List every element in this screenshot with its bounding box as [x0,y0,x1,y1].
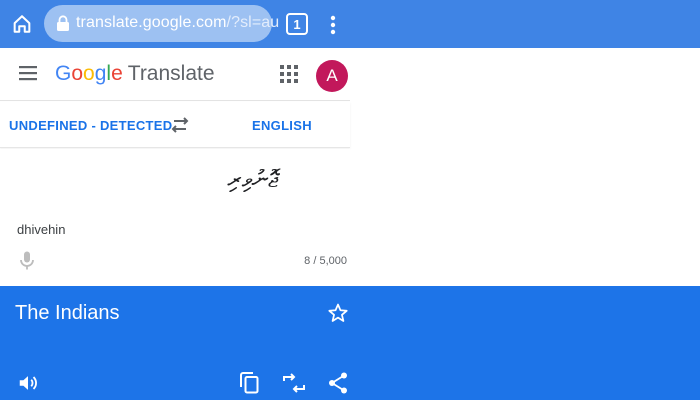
logo-letter: e [111,62,123,85]
more-vert-icon[interactable] [325,14,341,36]
detected-language-label: dhivehin [17,222,66,237]
copy-icon[interactable] [239,371,261,395]
share-icon[interactable] [327,371,349,395]
url-text: translate.google.com/?sl=au [76,14,279,32]
empty-area [350,48,700,286]
browser-toolbar: translate.google.com/?sl=au 1 [0,0,700,48]
app-header: Google Translate A [0,48,350,101]
language-bar: UNDEFINED - DETECTED ENGLISH [0,102,350,148]
translation-text: The Indians [15,302,120,324]
apps-grid-icon[interactable] [279,64,299,84]
star-icon[interactable] [327,302,349,324]
google-translate-logo: Google Translate [55,62,215,86]
logo-letter: o [71,62,84,85]
reverse-translate-icon[interactable] [281,372,307,394]
home-icon[interactable] [10,12,34,36]
character-count: 8 / 5,000 [304,255,347,267]
translation-result: The Indians [0,286,700,400]
tab-switcher-button[interactable]: 1 [286,13,308,35]
logo-letter: G [55,62,72,85]
avatar[interactable]: A [316,60,348,92]
url-bar[interactable]: translate.google.com/?sl=au [44,5,279,42]
page: translate.google.com/?sl=au 1 Google Tran… [0,0,700,400]
lock-icon [56,15,70,31]
url-path: /?sl=au [226,14,280,31]
source-text[interactable]: ޖޮނުވިރި [227,165,278,193]
target-language-button[interactable]: ENGLISH [252,118,312,133]
source-language-button[interactable]: UNDEFINED - DETECTED [9,118,172,133]
logo-letter: o [83,62,95,85]
logo-letter: g [94,62,107,85]
speaker-icon[interactable] [17,372,39,394]
swap-icon[interactable] [170,116,190,134]
product-name: Translate [127,62,215,85]
source-input-area[interactable]: ޖޮނުވިރި dhivehin 8 / 5,000 [0,149,350,285]
url-host: translate.google.com [76,14,227,31]
mic-icon[interactable] [20,251,34,271]
hamburger-icon[interactable] [19,65,37,81]
